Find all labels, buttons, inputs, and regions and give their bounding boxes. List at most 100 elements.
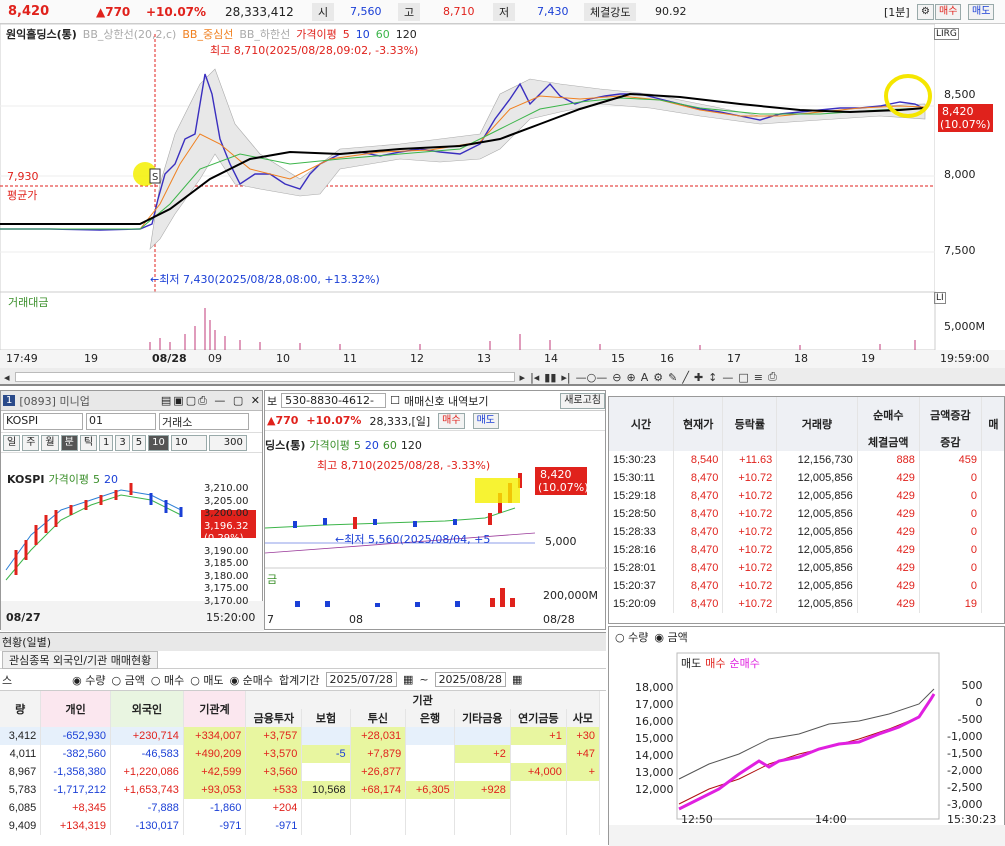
first-icon[interactable]: |◂: [530, 371, 539, 384]
radio-quantity[interactable]: ◉ 수량: [72, 672, 105, 688]
table-cell: [981, 505, 1004, 523]
table-cell: +1,653,743: [110, 781, 184, 799]
count-input[interactable]: 300: [208, 434, 247, 451]
fib-tool-icon[interactable]: ≡: [754, 371, 763, 384]
period-month[interactable]: 월: [41, 434, 59, 451]
table-cell: 8,470: [673, 595, 724, 613]
cross-tool-icon[interactable]: ✚: [694, 371, 703, 384]
table-row[interactable]: 6,085 +8,345 -7,888 -1,860 +204: [0, 799, 601, 817]
settings-icon[interactable]: ⚙: [653, 371, 663, 384]
table-row[interactable]: 15:28:01 8,470 +10.72 12,005,856 429 0: [609, 559, 1004, 577]
mid-buy-button[interactable]: 매수: [438, 412, 465, 429]
radio-buy[interactable]: ○ 매수: [151, 672, 184, 688]
x-tick: 19: [84, 352, 98, 365]
amount-select[interactable]: 금액증감: [919, 397, 982, 433]
calendar-icon[interactable]: ▦: [512, 673, 522, 686]
radio-amount[interactable]: ○ 금액: [111, 672, 144, 688]
table-row[interactable]: 15:29:18 8,470 +10.72 12,005,856 429 0: [609, 487, 1004, 505]
table-cell: [350, 817, 407, 835]
period-week[interactable]: 주: [22, 434, 40, 451]
period-day[interactable]: 일: [3, 434, 21, 451]
pause-icon[interactable]: ▮▮: [544, 371, 556, 384]
zoom-out-icon[interactable]: ⊖: [612, 371, 621, 384]
table-cell: 8,470: [673, 487, 724, 505]
table-row[interactable]: 15:20:09 8,470 +10.72 12,005,856 429 19: [609, 595, 1004, 613]
table-row[interactable]: 3,412 -652,930 +230,714 +334,007 +3,757 +28,0…: [0, 727, 601, 745]
calendar-icon[interactable]: ▦: [403, 673, 413, 686]
table-cell: +490,209: [183, 745, 247, 763]
legend-bb-lower: BB_하한선: [239, 28, 291, 41]
radio-qty[interactable]: ○ 수량: [615, 629, 648, 645]
refresh-button[interactable]: 새로고침: [560, 392, 605, 409]
text-tool-icon[interactable]: A: [641, 371, 649, 384]
table-row[interactable]: 15:30:23 8,540 +11.63 12,156,730 888 459: [609, 451, 1004, 469]
flow-left-axis: 18,000 17,000 16,000 15,000 14,000 13,00…: [635, 679, 674, 798]
code-input[interactable]: 01: [86, 413, 156, 430]
step-3[interactable]: 3: [115, 434, 130, 451]
gear-icon[interactable]: ⚙: [917, 4, 934, 20]
table-row[interactable]: 15:30:11 8,470 +10.72 12,005,856 429 0: [609, 469, 1004, 487]
mid-sell-button[interactable]: 매도: [472, 412, 499, 429]
flow-tab[interactable]: 관심종목 외국인/기관 매매현황: [2, 650, 159, 669]
mini-tag-value: 3,196.32: [204, 520, 249, 532]
exchange-field[interactable]: 거래소: [159, 413, 249, 430]
period-label: 합계기간: [279, 673, 320, 687]
y-tick: -2,500: [947, 781, 983, 794]
volume-li-button[interactable]: LI: [934, 292, 946, 304]
account-select[interactable]: 530-8830-4612-: [281, 393, 387, 408]
table-row[interactable]: 8,967 -1,358,380 +1,220,086 +42,599 +3,560 +2…: [0, 763, 601, 781]
scroll-right-icon[interactable]: ▸: [520, 371, 526, 384]
table-cell: 8,470: [673, 577, 724, 595]
buy-button[interactable]: 매수: [935, 4, 962, 20]
zoom-slider[interactable]: —○—: [576, 371, 608, 384]
sell-button[interactable]: 매도: [968, 4, 995, 20]
radio-netbuy-label: 순매수: [242, 673, 274, 687]
end-date-input[interactable]: 2025/08/28: [434, 672, 506, 687]
chart-scrollbar[interactable]: [14, 372, 515, 382]
table-cell: [566, 817, 601, 835]
quote-bar: 8,420 ▲770 +10.07% 28,333,412 시 7,560 고 …: [0, 0, 1005, 24]
y-tick: 3,185.00: [204, 558, 249, 569]
mini-index-window: 1 [0893] 미니업 ▤▣▢⎙ — ▢ ✕ KOSPI 01 거래소 일 주…: [0, 390, 264, 631]
col-fin-invest: 금융투자: [245, 709, 303, 727]
start-date-input[interactable]: 2025/07/28: [325, 672, 397, 687]
table-row[interactable]: 15:20:37 8,470 +10.72 12,005,856 429 0: [609, 577, 1004, 595]
zoom-in-icon[interactable]: ⊕: [626, 371, 635, 384]
window-controls[interactable]: ▤▣▢⎙ — ▢ ✕: [161, 394, 262, 408]
table-cell: [510, 817, 567, 835]
step-5[interactable]: 5: [131, 434, 147, 451]
stock-name[interactable]: 원익홀딩스(통): [6, 26, 77, 42]
table-row[interactable]: 5,783 -1,717,212 +1,653,743 +93,053 +533 10,5…: [0, 781, 601, 799]
radio-netbuy[interactable]: ◉ 순매수: [230, 672, 273, 688]
draw-tool-icon[interactable]: ✎: [668, 371, 677, 384]
high-label: 고: [398, 2, 421, 21]
radio-sell[interactable]: ○ 매도: [190, 672, 223, 688]
high-value: 8,710: [443, 5, 475, 18]
scroll-left-icon[interactable]: ◂: [4, 371, 10, 384]
line-tool-icon[interactable]: ╱: [682, 371, 689, 384]
table-row[interactable]: 15:28:16 8,470 +10.72 12,005,856 429 0: [609, 541, 1004, 559]
hline-tool-icon[interactable]: —: [722, 371, 733, 384]
main-lirg-button[interactable]: LIRG: [934, 28, 959, 40]
step-1[interactable]: 1: [99, 434, 114, 451]
main-chart[interactable]: S: [0, 23, 1005, 386]
table-row[interactable]: 4,011 -382,560 -46,583 +490,209 +3,570 -5 +7,8…: [0, 745, 601, 763]
table-row[interactable]: 15:28:50 8,470 +10.72 12,005,856 429 0: [609, 505, 1004, 523]
step-10[interactable]: 10: [148, 434, 169, 451]
signal-history-label[interactable]: 매매신호 내역보기: [404, 393, 488, 409]
count-select[interactable]: 10: [170, 434, 207, 451]
table-cell: [981, 469, 1004, 487]
last-icon[interactable]: ▸|: [561, 371, 570, 384]
table-row[interactable]: 15:28:33 8,470 +10.72 12,005,856 429 0: [609, 523, 1004, 541]
market-select[interactable]: KOSPI: [3, 413, 83, 430]
box-tool-icon[interactable]: □: [738, 371, 748, 384]
period-label[interactable]: [1분]: [884, 4, 910, 20]
arrow-tool-icon[interactable]: ↕: [708, 371, 717, 384]
table-cell: +10.72: [722, 595, 778, 613]
table-row[interactable]: 9,409 +134,319 -130,017 -971 -971: [0, 817, 601, 835]
period-tick[interactable]: 틱: [79, 434, 98, 451]
radio-amt[interactable]: ◉ 금액: [654, 629, 687, 645]
capture-icon[interactable]: ⎙: [768, 370, 777, 384]
signal-checkbox[interactable]: ☐: [390, 394, 400, 407]
period-minute[interactable]: 분: [60, 434, 78, 451]
